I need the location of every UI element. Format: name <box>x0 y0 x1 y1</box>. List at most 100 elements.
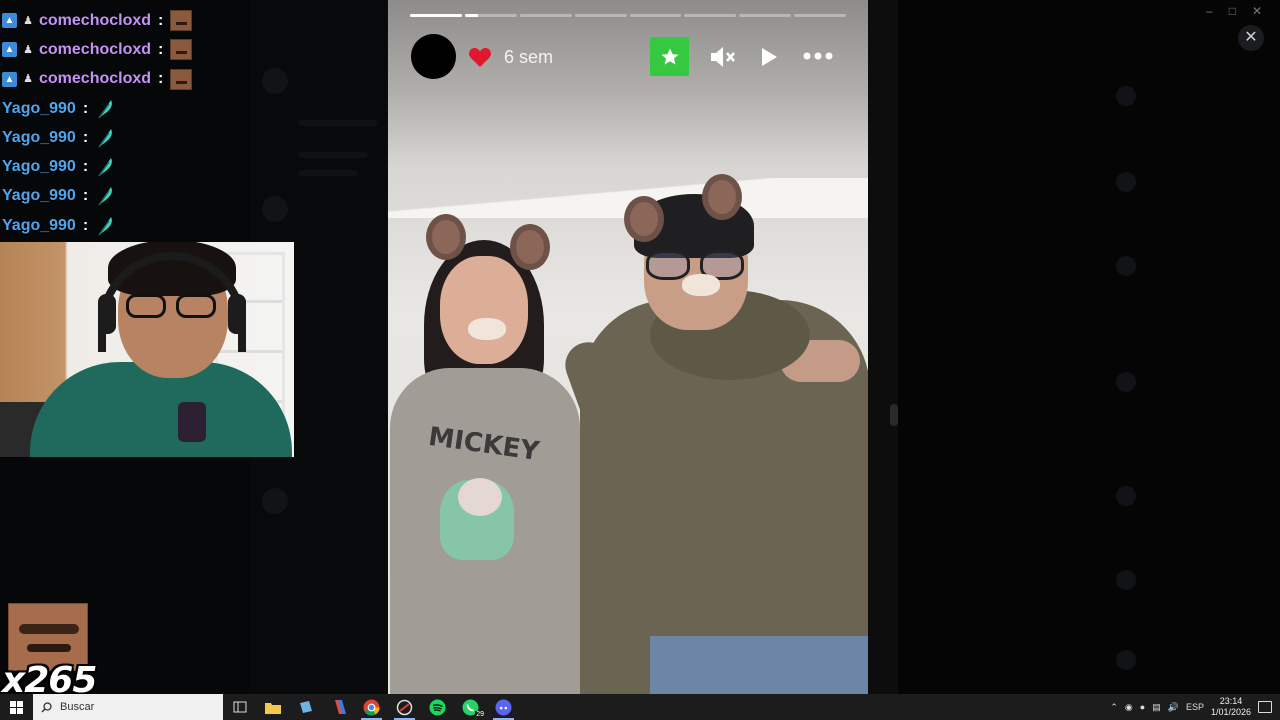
taskbar-app-button[interactable] <box>322 694 355 720</box>
chat-message: Yago_990 : <box>0 94 250 123</box>
chat-username: comechocloxd <box>39 11 152 29</box>
story-age: 6 sem <box>504 47 554 67</box>
user-badge-icon: ♟ <box>23 14 33 27</box>
file-explorer-button[interactable] <box>256 694 289 720</box>
chat-overlay: ▲ ♟ comechocloxd : ▲ ♟ comechocloxd : ▲ … <box>0 6 250 240</box>
ghost-avatar <box>262 196 288 222</box>
spotify-button[interactable] <box>421 694 454 720</box>
windows-icon <box>10 700 23 714</box>
app-icon <box>396 699 413 715</box>
prime-badge-icon: ▲ <box>2 71 17 87</box>
chevron-up-icon[interactable]: ⌃ <box>1110 702 1118 713</box>
leaf-emote-icon <box>98 187 113 206</box>
close-window-icon[interactable]: ✕ <box>1252 4 1262 18</box>
story-video[interactable]: MICKEY 6 sem <box>388 0 868 694</box>
notes-icon <box>299 701 312 713</box>
chrome-button[interactable] <box>355 694 388 720</box>
microphone-icon[interactable]: ● <box>1140 702 1145 712</box>
clock-date: 1/01/2026 <box>1210 707 1251 717</box>
mouse-snout-filter <box>468 318 506 340</box>
ghost-avatar <box>1116 256 1136 276</box>
heart-icon[interactable] <box>468 46 492 68</box>
maximize-icon[interactable]: □ <box>1229 4 1236 18</box>
more-icon[interactable] <box>802 48 834 64</box>
task-view-icon <box>233 701 246 713</box>
close-viewer-button[interactable]: ✕ <box>1238 25 1264 51</box>
taskbar: Buscar 29 ⌃ ◉ ● ▤ 🔊 ESP 23:14 1/01/2026 <box>0 694 1280 720</box>
progress-segment <box>519 14 572 17</box>
app-icon <box>334 700 346 714</box>
whatsapp-button[interactable]: 29 <box>454 694 487 720</box>
mouse-ear-filter <box>426 214 466 260</box>
file-explorer-icon <box>264 702 281 714</box>
chrome-icon <box>363 699 380 716</box>
minimize-icon[interactable]: – <box>1206 4 1213 18</box>
ghost-avatar <box>1116 86 1136 106</box>
chat-message: Yago_990 : <box>0 211 250 240</box>
notes-app-button[interactable] <box>289 694 322 720</box>
chat-separator: : <box>82 128 89 146</box>
progress-segment <box>574 14 627 17</box>
progress-fill <box>464 14 478 17</box>
glasses <box>126 294 218 320</box>
prime-badge-icon: ▲ <box>2 13 17 29</box>
face-emote-icon <box>170 68 193 90</box>
face-emote-icon <box>170 10 193 32</box>
story-progress-bar <box>410 14 846 17</box>
discord-button[interactable] <box>487 694 520 720</box>
progress-segment <box>410 14 462 17</box>
shirt-graphic-head <box>458 478 502 516</box>
taskbar-search[interactable]: Buscar <box>33 694 223 720</box>
ghost-avatar <box>262 488 288 514</box>
mouse-ear-filter <box>510 224 550 270</box>
volume-icon[interactable]: 🔊 <box>1168 702 1179 713</box>
user-badge-icon: ♟ <box>23 73 33 86</box>
leaf-emote-icon <box>98 216 113 236</box>
camera-icon[interactable]: ◉ <box>1125 702 1133 713</box>
windows-start-button[interactable] <box>0 694 33 720</box>
play-icon[interactable] <box>756 45 780 69</box>
chat-separator: : <box>82 158 89 176</box>
clock-time: 23:14 <box>1219 696 1243 706</box>
discord-icon <box>495 699 512 715</box>
headset-ear-left <box>98 294 116 334</box>
story-avatar[interactable] <box>411 34 456 79</box>
progress-segment <box>629 14 682 17</box>
star-icon <box>660 48 679 65</box>
jeans <box>650 636 868 694</box>
window-controls: – □ ✕ <box>1206 4 1262 18</box>
ghost-avatar <box>1116 372 1136 392</box>
ghost-avatar <box>262 68 288 94</box>
chat-separator: : <box>82 187 89 205</box>
task-view-button[interactable] <box>223 694 256 720</box>
system-tray: ⌃ ◉ ● ▤ 🔊 ESP 23:14 1/01/2026 <box>1110 696 1280 718</box>
search-icon <box>41 701 52 713</box>
progress-segment <box>794 14 846 17</box>
ghost-avatar <box>1116 172 1136 192</box>
ghost-avatar <box>1116 570 1136 590</box>
shirt-print <box>178 402 206 442</box>
mouse-ear-filter <box>624 196 664 242</box>
user-badge-icon: ♟ <box>23 43 33 56</box>
chat-message: Yago_990 : <box>0 182 250 211</box>
ghost-text <box>298 152 368 158</box>
chat-separator: : <box>82 99 89 117</box>
background-member-list <box>898 0 1280 694</box>
leaf-emote-icon <box>98 158 113 177</box>
chat-username: Yago_990 <box>2 158 76 176</box>
language-indicator[interactable]: ESP <box>1186 702 1204 712</box>
notification-icon[interactable] <box>1258 701 1272 713</box>
next-story-handle[interactable] <box>890 404 898 426</box>
network-icon[interactable]: ▤ <box>1152 702 1161 713</box>
chat-separator: : <box>158 40 164 58</box>
clock[interactable]: 23:14 1/01/2026 <box>1211 696 1251 718</box>
progress-segment <box>684 14 737 17</box>
taskbar-app-button[interactable] <box>388 694 421 720</box>
progress-segment <box>739 14 792 17</box>
mouse-ear-filter <box>702 174 742 220</box>
spotify-icon <box>429 699 446 715</box>
favorite-button[interactable] <box>650 37 689 76</box>
chat-separator: : <box>158 70 164 88</box>
mute-icon[interactable] <box>708 43 736 71</box>
progress-segment <box>464 14 517 17</box>
